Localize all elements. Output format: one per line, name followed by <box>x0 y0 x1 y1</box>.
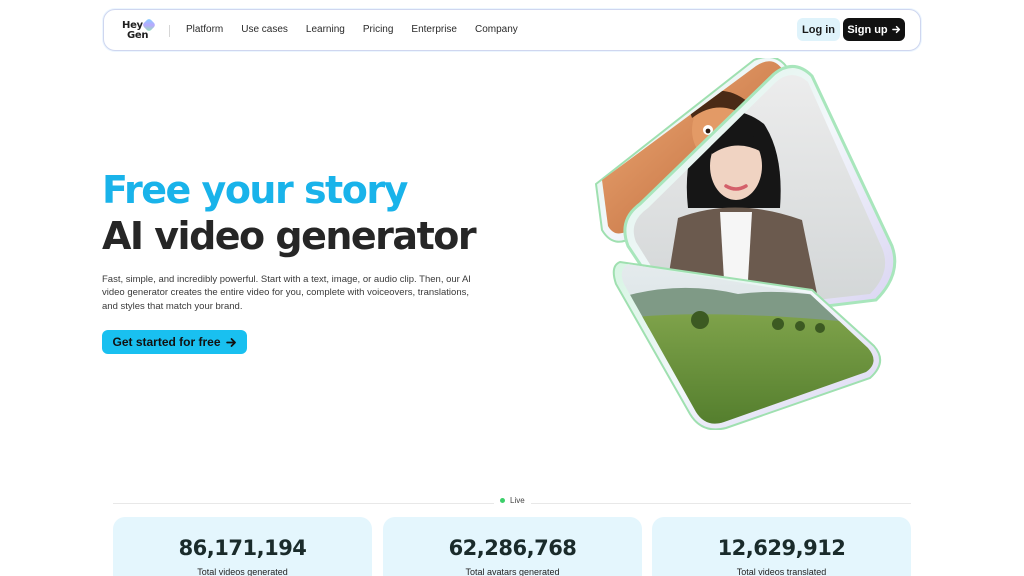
hero-headline: AI video generator <box>102 214 477 258</box>
nav-item-enterprise[interactable]: Enterprise <box>411 23 457 37</box>
signup-label: Sign up <box>847 23 888 36</box>
get-started-button[interactable]: Get started for free <box>102 330 247 354</box>
nav-item-company[interactable]: Company <box>475 23 518 37</box>
stat-label: Total videos generated <box>197 567 288 576</box>
nav-menu: Platform Use cases Learning Pricing Ente… <box>186 23 536 37</box>
nav-item-pricing[interactable]: Pricing <box>363 23 394 37</box>
signup-button[interactable]: Sign up <box>843 18 905 41</box>
stat-card-videos-generated: 86,171,194 Total videos generated <box>113 517 372 576</box>
live-indicator: Live <box>494 496 531 505</box>
stat-card-avatars-generated: 62,286,768 Total avatars generated <box>383 517 642 576</box>
heygen-logo[interactable]: Hey Gen <box>122 17 157 43</box>
hero-description: Fast, simple, and incredibly powerful. S… <box>102 274 471 312</box>
get-started-label: Get started for free <box>112 335 221 349</box>
nav-divider <box>169 25 170 37</box>
hero-video-collage <box>594 58 897 430</box>
stat-value: 62,286,768 <box>448 536 577 560</box>
nav-item-use-cases[interactable]: Use cases <box>241 23 288 37</box>
nav-item-learning[interactable]: Learning <box>306 23 345 37</box>
stat-card-videos-translated: 12,629,912 Total videos translated <box>652 517 911 576</box>
arrow-right-icon <box>225 337 236 347</box>
stat-value: 86,171,194 <box>178 536 307 560</box>
stat-label: Total avatars generated <box>465 567 560 576</box>
stat-value: 12,629,912 <box>717 536 846 560</box>
arrow-right-icon <box>891 25 900 34</box>
logo-text-line2: Gen <box>127 30 149 41</box>
login-button[interactable]: Log in <box>797 18 840 41</box>
live-dot-icon <box>500 498 505 503</box>
hero-headline-accent: Free your story <box>102 168 408 212</box>
nav-item-platform[interactable]: Platform <box>186 23 223 37</box>
login-label: Log in <box>802 23 835 36</box>
top-nav: Hey Gen Platform Use cases Learning Pric… <box>103 9 921 51</box>
live-label: Live <box>510 496 525 505</box>
stat-label: Total videos translated <box>736 567 827 576</box>
